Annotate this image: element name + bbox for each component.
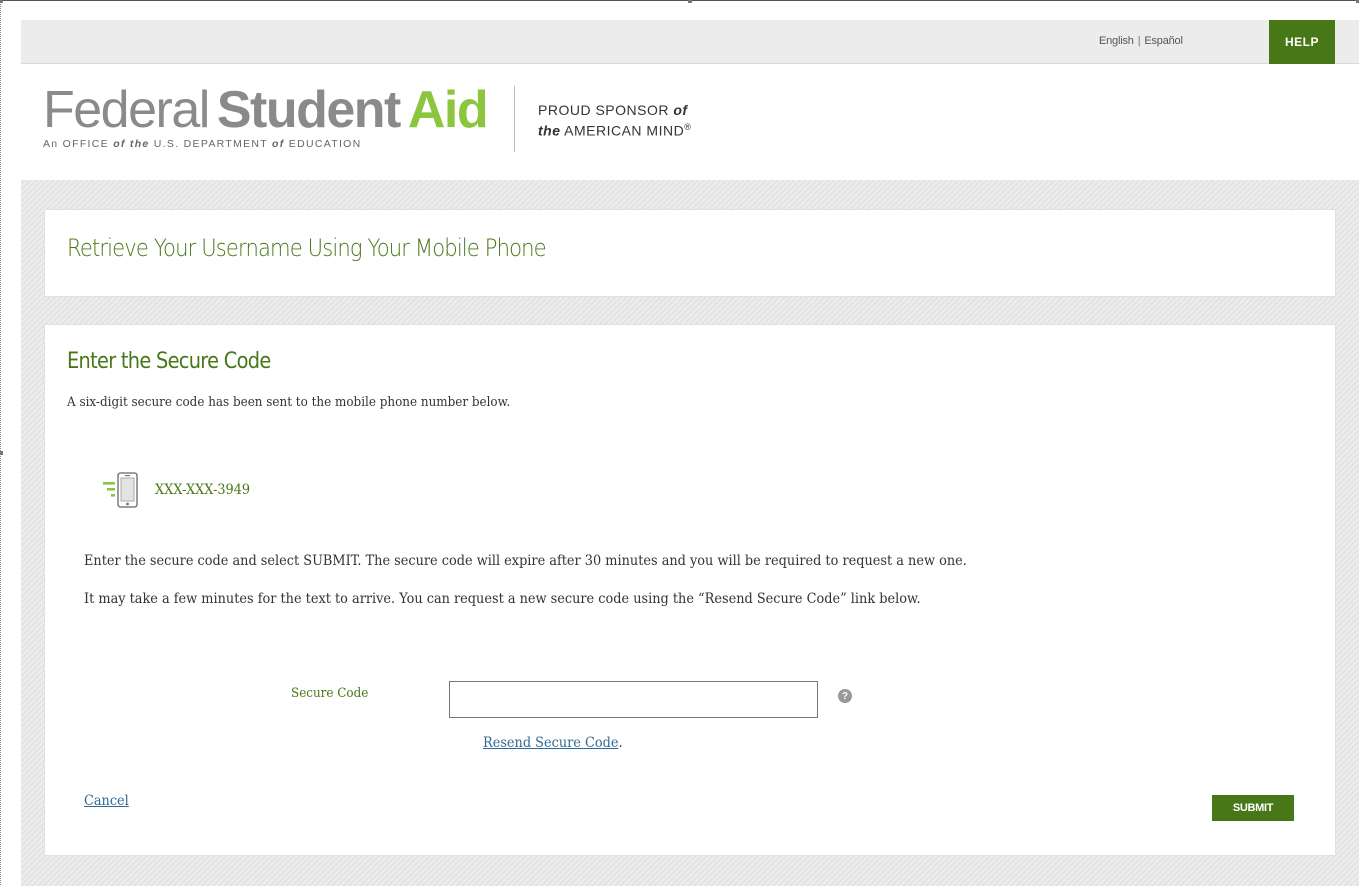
tagline-part: EDUCATION bbox=[284, 138, 362, 150]
logo-divider bbox=[514, 86, 515, 152]
resize-handle bbox=[688, 0, 692, 3]
language-switcher: English | Español bbox=[1099, 35, 1183, 47]
resize-handle bbox=[0, 451, 3, 455]
logo-tagline: An OFFICE of the U.S. DEPARTMENT of EDUC… bbox=[43, 138, 487, 150]
lang-separator: | bbox=[1137, 35, 1141, 47]
cancel-link[interactable]: Cancel bbox=[84, 793, 129, 809]
content-area: Retrieve Your Username Using Your Mobile… bbox=[21, 180, 1359, 886]
secure-code-panel: Enter the Secure Code A six-digit secure… bbox=[44, 324, 1336, 856]
question-circle-icon[interactable]: ? bbox=[838, 689, 852, 703]
logo-wordmark: Federal Student Aid bbox=[43, 81, 489, 139]
tagline-part: of bbox=[272, 138, 285, 150]
page-title-panel: Retrieve Your Username Using Your Mobile… bbox=[44, 209, 1336, 297]
resend-period: . bbox=[618, 735, 623, 751]
lang-espanol-link[interactable]: Español bbox=[1144, 35, 1183, 47]
submit-button[interactable]: SUBMIT bbox=[1212, 795, 1294, 821]
instruction-text: It may take a few minutes for the text t… bbox=[84, 591, 921, 607]
sponsor-text: AMERICAN MIND bbox=[560, 122, 685, 139]
logo-word-student: Student bbox=[216, 81, 402, 139]
secure-code-label: Secure Code bbox=[291, 686, 369, 701]
logo-word-federal: Federal bbox=[43, 81, 210, 139]
mobile-phone-signal-icon bbox=[103, 472, 138, 508]
resend-secure-code-link[interactable]: Resend Secure Code bbox=[483, 735, 618, 751]
phone-row: XXX-XXX-3949 bbox=[99, 470, 258, 510]
resize-handle bbox=[0, 0, 3, 3]
tagline-part: An OFFICE bbox=[43, 138, 114, 150]
resend-row: Resend Secure Code. bbox=[483, 735, 623, 751]
tagline-part: of the bbox=[113, 138, 150, 150]
logo-word-aid: Aid bbox=[407, 81, 489, 139]
instruction-text: Enter the secure code and select SUBMIT.… bbox=[84, 553, 967, 569]
sponsor-text: of bbox=[673, 102, 688, 118]
registered-mark: ® bbox=[684, 122, 692, 132]
page-title: Retrieve Your Username Using Your Mobile… bbox=[67, 234, 547, 262]
section-title: Enter the Secure Code bbox=[67, 349, 271, 374]
federal-student-aid-logo[interactable]: Federal Student Aid An OFFICE of the U.S. … bbox=[43, 81, 489, 150]
site-header: Federal Student Aid An OFFICE of the U.S. … bbox=[21, 64, 1359, 180]
sponsor-text: the bbox=[538, 122, 561, 139]
help-button[interactable]: HELP bbox=[1269, 20, 1335, 64]
phone-number: XXX-XXX-3949 bbox=[155, 482, 251, 498]
intro-text: A six-digit secure code has been sent to… bbox=[67, 395, 511, 410]
secure-code-input[interactable] bbox=[449, 681, 818, 718]
utility-bar: English | Español HELP bbox=[21, 20, 1359, 64]
lang-english-link[interactable]: English bbox=[1099, 35, 1134, 47]
tagline-part: U.S. DEPARTMENT bbox=[149, 138, 273, 150]
sponsor-tagline: PROUD SPONSOR of the AMERICAN MIND® bbox=[538, 102, 691, 140]
page-frame: English | Español HELP Federal Student Aid A… bbox=[0, 0, 1359, 886]
sponsor-text: PROUD SPONSOR bbox=[538, 102, 674, 118]
